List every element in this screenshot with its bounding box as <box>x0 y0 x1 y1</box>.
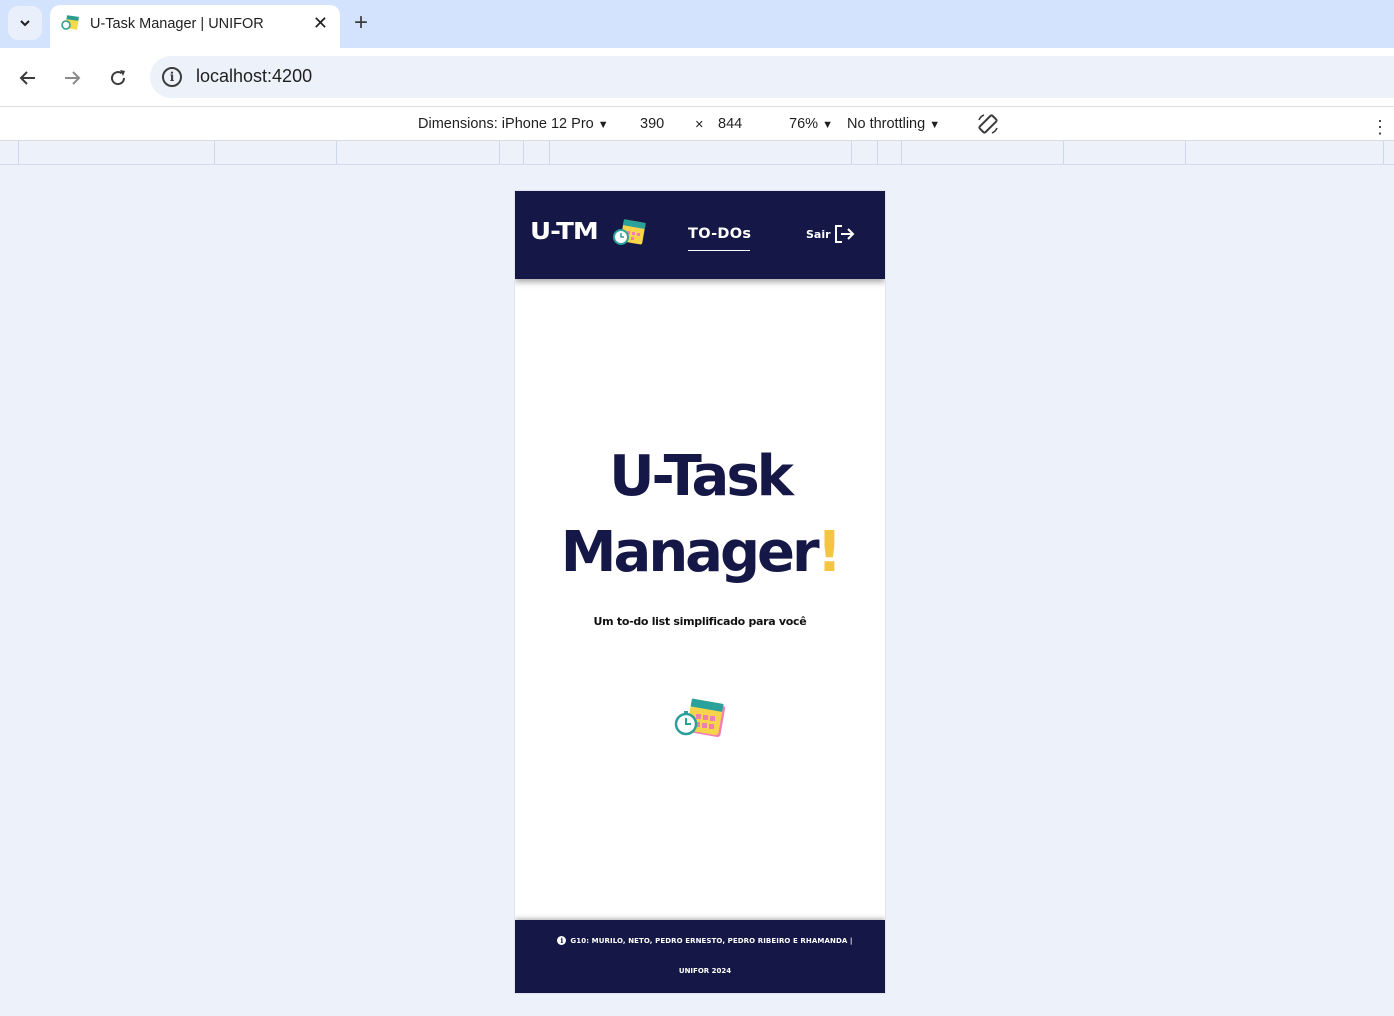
zoom-select[interactable]: 76% ▼ <box>789 116 833 132</box>
info-icon: i <box>557 936 567 945</box>
close-icon[interactable]: ✕ <box>313 13 328 34</box>
tab-search-icon[interactable] <box>8 6 42 40</box>
device-dimensions-select[interactable]: Dimensions: iPhone 12 Pro ▼ <box>418 116 609 132</box>
nav-todos-link[interactable]: TO-DOs <box>688 226 751 242</box>
hero-title: U-Task Manager! <box>515 439 885 591</box>
calendar-clock-icon <box>674 698 726 738</box>
browser-tab[interactable]: U-Task Manager | UNIFOR ✕ <box>50 5 340 48</box>
footer-credits: i G10: MURILO, NETO, PEDRO ERNESTO, PEDRO… <box>515 936 885 945</box>
device-toolbar: Dimensions: iPhone 12 Pro ▼ 390 × 844 76… <box>0 106 1394 141</box>
hero-title-exclaim: ! <box>816 520 842 585</box>
rotate-icon[interactable] <box>976 112 1000 136</box>
device-viewport: U-TM TO-DOs Sair U-Task Manager! Um to-d… <box>515 191 885 993</box>
footer-year: UNIFOR 2024 <box>678 967 732 975</box>
nav-active-underline <box>688 250 750 251</box>
address-bar[interactable]: i localhost:4200 <box>150 56 1394 98</box>
plus-icon[interactable]: + <box>354 9 368 37</box>
reload-icon[interactable] <box>104 64 132 92</box>
hero-title-line2: Manager! <box>515 515 885 591</box>
device-width-input[interactable]: 390 <box>640 116 664 132</box>
calendar-clock-icon <box>613 219 646 245</box>
brand-logo-text[interactable]: U-TM <box>530 219 599 246</box>
info-icon[interactable]: i <box>162 67 182 87</box>
tab-strip: U-Task Manager | UNIFOR ✕ + <box>0 0 1394 48</box>
media-query-ruler <box>0 141 1394 165</box>
footer-credits-text: G10: MURILO, NETO, PEDRO ERNESTO, PEDRO … <box>570 937 853 945</box>
app-footer: i G10: MURILO, NETO, PEDRO ERNESTO, PEDRO… <box>515 920 885 993</box>
favicon-calendar-icon <box>61 15 79 30</box>
app-header: U-TM TO-DOs Sair <box>515 191 885 279</box>
tab-title: U-Task Manager | UNIFOR <box>90 16 264 32</box>
more-vert-icon[interactable]: ⋮ <box>1371 116 1389 138</box>
times-sign: × <box>695 117 704 133</box>
throttling-select[interactable]: No throttling ▼ <box>847 116 940 132</box>
hero-title-line1: U-Task <box>609 444 794 509</box>
forward-arrow-icon[interactable] <box>58 64 86 92</box>
url-text[interactable]: localhost:4200 <box>196 66 312 87</box>
logout-link[interactable]: Sair <box>806 228 831 241</box>
browser-toolbar: i localhost:4200 <box>0 48 1394 106</box>
back-arrow-icon[interactable] <box>14 64 42 92</box>
hero-subtitle: Um to-do list simplificado para você <box>593 615 807 628</box>
hero-title-manager: Manager <box>560 520 820 585</box>
logout-icon[interactable] <box>834 224 856 244</box>
device-height-input[interactable]: 844 <box>718 116 742 132</box>
